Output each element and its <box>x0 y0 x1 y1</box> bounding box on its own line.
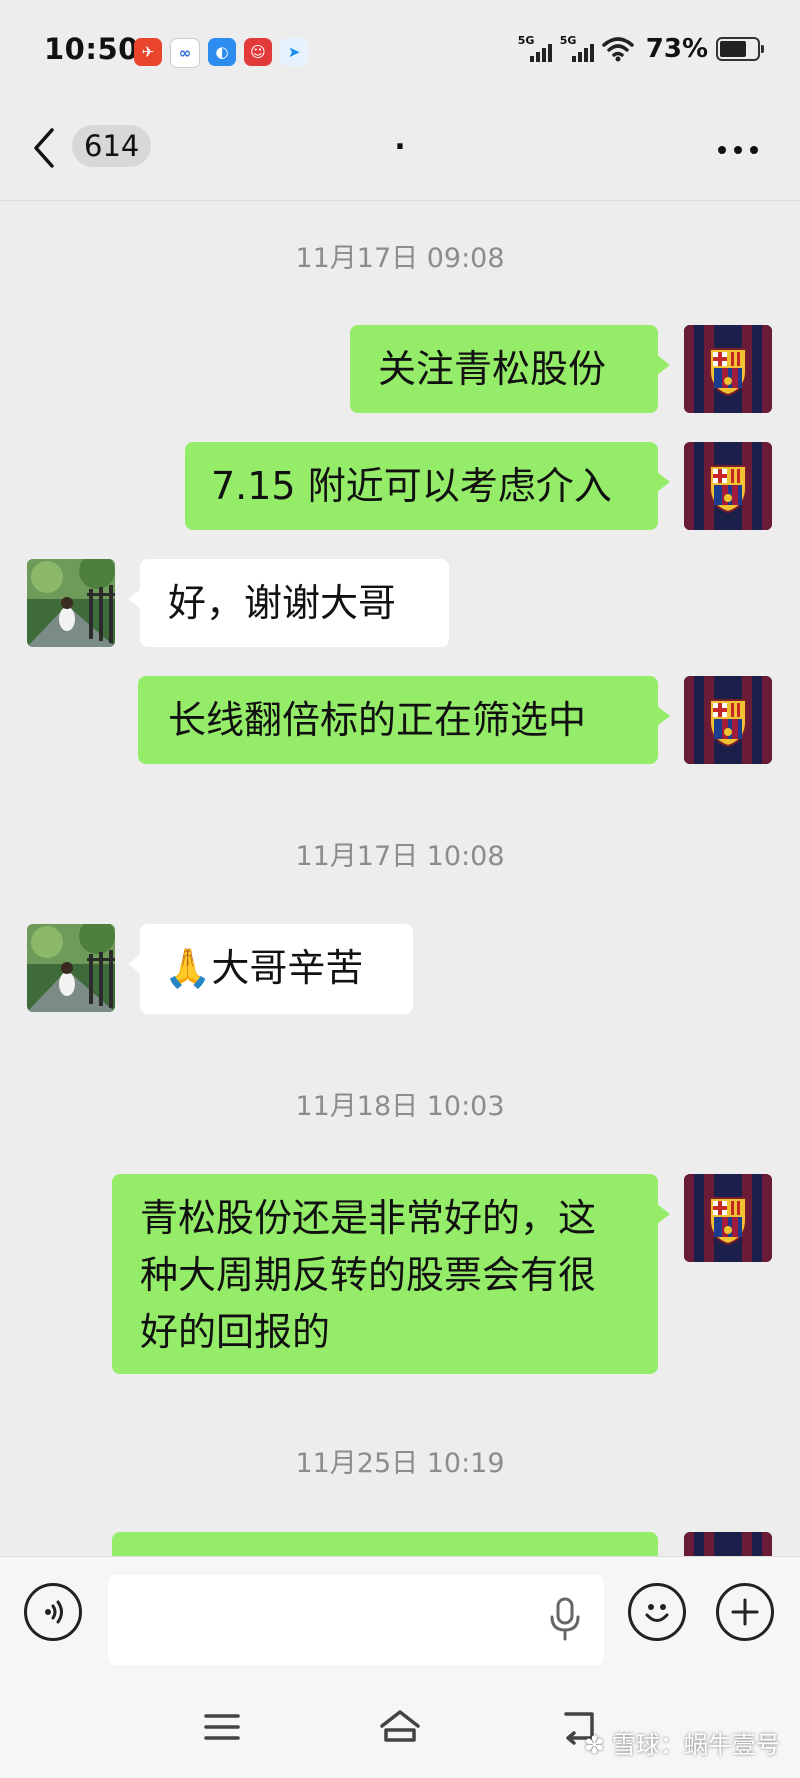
my-avatar[interactable] <box>684 325 772 413</box>
chat-title: . <box>394 122 406 157</box>
contact-photo-icon <box>27 924 115 1012</box>
menu-icon[interactable] <box>204 1712 240 1742</box>
app-notification-icon: ◐ <box>208 38 236 66</box>
timestamp: 11月17日 10:08 <box>295 841 505 872</box>
message-bubble-received[interactable]: 好，谢谢大哥 <box>128 559 449 647</box>
message-input[interactable] <box>108 1575 604 1665</box>
app-notification-icon: ☺ <box>244 38 272 66</box>
my-avatar-partial <box>684 1532 772 1556</box>
contact-photo-icon <box>27 559 115 647</box>
battery-icon <box>716 37 764 61</box>
more-options-icon[interactable] <box>716 144 760 156</box>
status-indicators: 5G 5G 73% <box>518 34 764 64</box>
message-text: 大哥辛苦 <box>211 946 364 990</box>
app-notification-icon: ∞ <box>170 38 200 68</box>
message-input-bar <box>0 1556 800 1669</box>
home-icon[interactable] <box>378 1708 422 1744</box>
fc-barcelona-crest-icon <box>684 676 772 764</box>
chat-header: 614 . <box>0 100 800 201</box>
message-bubble-sent-partial[interactable] <box>112 1532 658 1556</box>
battery-percent: 73% <box>645 34 708 64</box>
message-bubble-sent[interactable]: 青松股份还是非常好的，这种大周期反转的股票会有很好的回报的 <box>112 1174 670 1374</box>
app-notification-icon: ✈ <box>134 38 162 66</box>
emoji-button[interactable] <box>628 1583 686 1641</box>
voice-input-toggle[interactable] <box>24 1583 82 1641</box>
fc-barcelona-crest-icon <box>684 1174 772 1262</box>
app-notification-icon: ➤ <box>280 38 308 66</box>
my-avatar[interactable] <box>684 676 772 764</box>
timestamp: 11月25日 10:19 <box>295 1448 505 1479</box>
clock: 10:50 <box>44 32 139 66</box>
signal-icon: 5G <box>518 34 552 64</box>
contact-avatar[interactable] <box>27 559 115 647</box>
plus-icon <box>731 1598 759 1626</box>
microphone-icon[interactable] <box>548 1597 582 1641</box>
praying-hands-emoji: 🙏 <box>164 946 212 990</box>
message-bubble-sent[interactable]: 关注青松股份 <box>350 325 670 413</box>
voice-wave-icon <box>45 1600 63 1624</box>
message-bubble-sent[interactable]: 长线翻倍标的正在筛选中 <box>138 676 670 764</box>
smiley-icon <box>645 1604 669 1622</box>
notification-icons: ✈ ∞ ◐ ☺ ➤ <box>134 38 308 68</box>
my-avatar[interactable] <box>684 442 772 530</box>
wifi-icon <box>602 37 634 62</box>
system-navigation-bar: ✽ 雪球：蜗牛壹号 <box>0 1668 800 1778</box>
fc-barcelona-crest-icon <box>684 325 772 413</box>
fc-barcelona-crest-icon <box>684 442 772 530</box>
timestamp: 11月18日 10:03 <box>295 1091 505 1122</box>
my-avatar[interactable] <box>684 1174 772 1262</box>
status-bar: 10:50 ✈ ∞ ◐ ☺ ➤ 5G 5G 73% <box>0 0 800 100</box>
snowball-logo-icon: ✽ <box>584 1731 605 1759</box>
contact-avatar[interactable] <box>27 924 115 1012</box>
message-bubble-received[interactable]: 🙏大哥辛苦 <box>128 924 413 1014</box>
watermark: ✽ 雪球：蜗牛壹号 <box>584 1731 780 1759</box>
timestamp: 11月17日 09:08 <box>295 243 505 274</box>
message-bubble-sent[interactable]: 7.15 附近可以考虑介入 <box>185 442 670 530</box>
more-functions-button[interactable] <box>716 1583 774 1641</box>
signal-icon: 5G <box>560 34 594 64</box>
